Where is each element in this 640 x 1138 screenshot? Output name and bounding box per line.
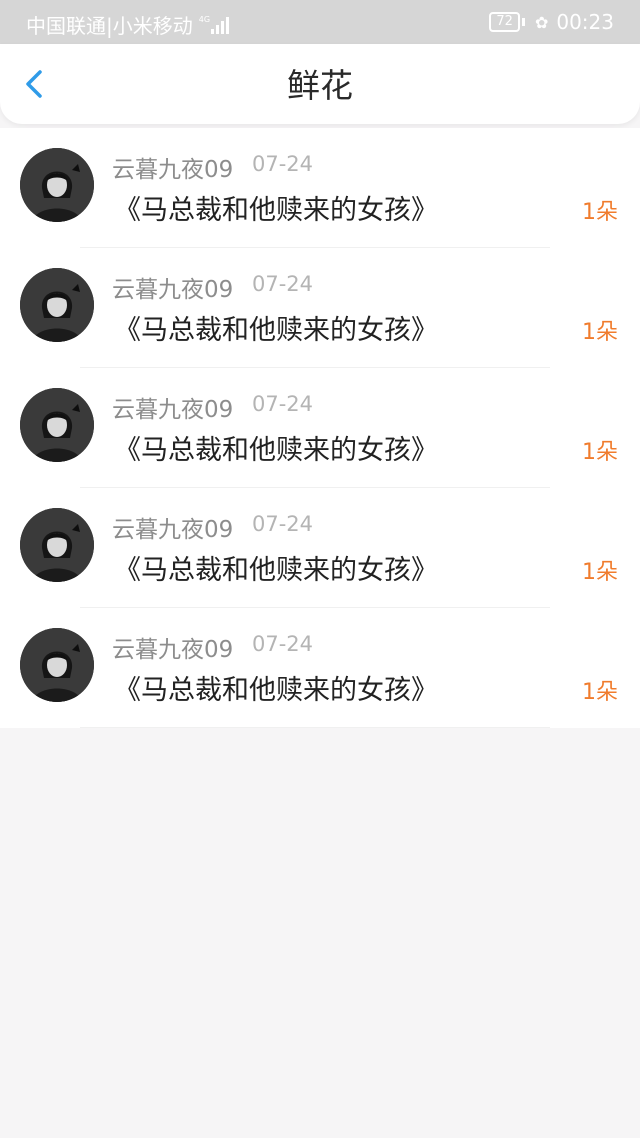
flower-count: 1朵 (582, 680, 618, 705)
list-item[interactable]: 云暮九夜09 07-24 《马总裁和他赎来的女孩》 1朵 (0, 608, 640, 728)
flower-count: 1朵 (582, 200, 618, 225)
book-title[interactable]: 《马总裁和他赎来的女孩》 (114, 668, 438, 707)
flower-count: 1朵 (582, 560, 618, 585)
clock: 00:23 (556, 10, 614, 34)
status-bar: 中国联通|小米移动 4G 72 ✿ 00:23 (0, 0, 640, 44)
avatar[interactable] (20, 388, 94, 462)
flower-record-list: 云暮九夜09 07-24 《马总裁和他赎来的女孩》 1朵 云暮九夜09 07-2… (0, 128, 640, 728)
book-title[interactable]: 《马总裁和他赎来的女孩》 (114, 428, 438, 467)
avatar[interactable] (20, 148, 94, 222)
date: 07-24 (252, 392, 314, 416)
avatar[interactable] (20, 628, 94, 702)
avatar[interactable] (20, 508, 94, 582)
username: 云暮九夜09 (112, 157, 234, 183)
battery-icon: 72 (489, 12, 525, 32)
username: 云暮九夜09 (112, 397, 234, 423)
username: 云暮九夜09 (112, 517, 234, 543)
date: 07-24 (252, 152, 314, 176)
leaf-icon: ✿ (534, 12, 549, 32)
carrier-label: 中国联通|小米移动 (26, 14, 193, 38)
book-title[interactable]: 《马总裁和他赎来的女孩》 (114, 188, 438, 227)
book-title[interactable]: 《马总裁和他赎来的女孩》 (114, 548, 438, 587)
divider (80, 727, 550, 728)
page-title: 鲜花 (287, 66, 353, 105)
list-item[interactable]: 云暮九夜09 07-24 《马总裁和他赎来的女孩》 1朵 (0, 248, 640, 368)
book-title[interactable]: 《马总裁和他赎来的女孩》 (114, 308, 438, 347)
date: 07-24 (252, 632, 314, 656)
avatar[interactable] (20, 268, 94, 342)
signal-icon: 4G (198, 14, 231, 34)
status-right: 72 ✿ 00:23 (489, 10, 614, 34)
list-item[interactable]: 云暮九夜09 07-24 《马总裁和他赎来的女孩》 1朵 (0, 488, 640, 608)
network-type: 4G (198, 14, 211, 24)
battery-level: 72 (489, 12, 520, 32)
date: 07-24 (252, 512, 314, 536)
flower-count: 1朵 (582, 440, 618, 465)
date: 07-24 (252, 272, 314, 296)
nav-bar: 鲜花 (0, 44, 640, 124)
list-item[interactable]: 云暮九夜09 07-24 《马总裁和他赎来的女孩》 1朵 (0, 368, 640, 488)
flower-count: 1朵 (582, 320, 618, 345)
username: 云暮九夜09 (112, 637, 234, 663)
status-left: 中国联通|小米移动 4G (26, 10, 231, 39)
username: 云暮九夜09 (112, 277, 234, 303)
list-item[interactable]: 云暮九夜09 07-24 《马总裁和他赎来的女孩》 1朵 (0, 128, 640, 248)
